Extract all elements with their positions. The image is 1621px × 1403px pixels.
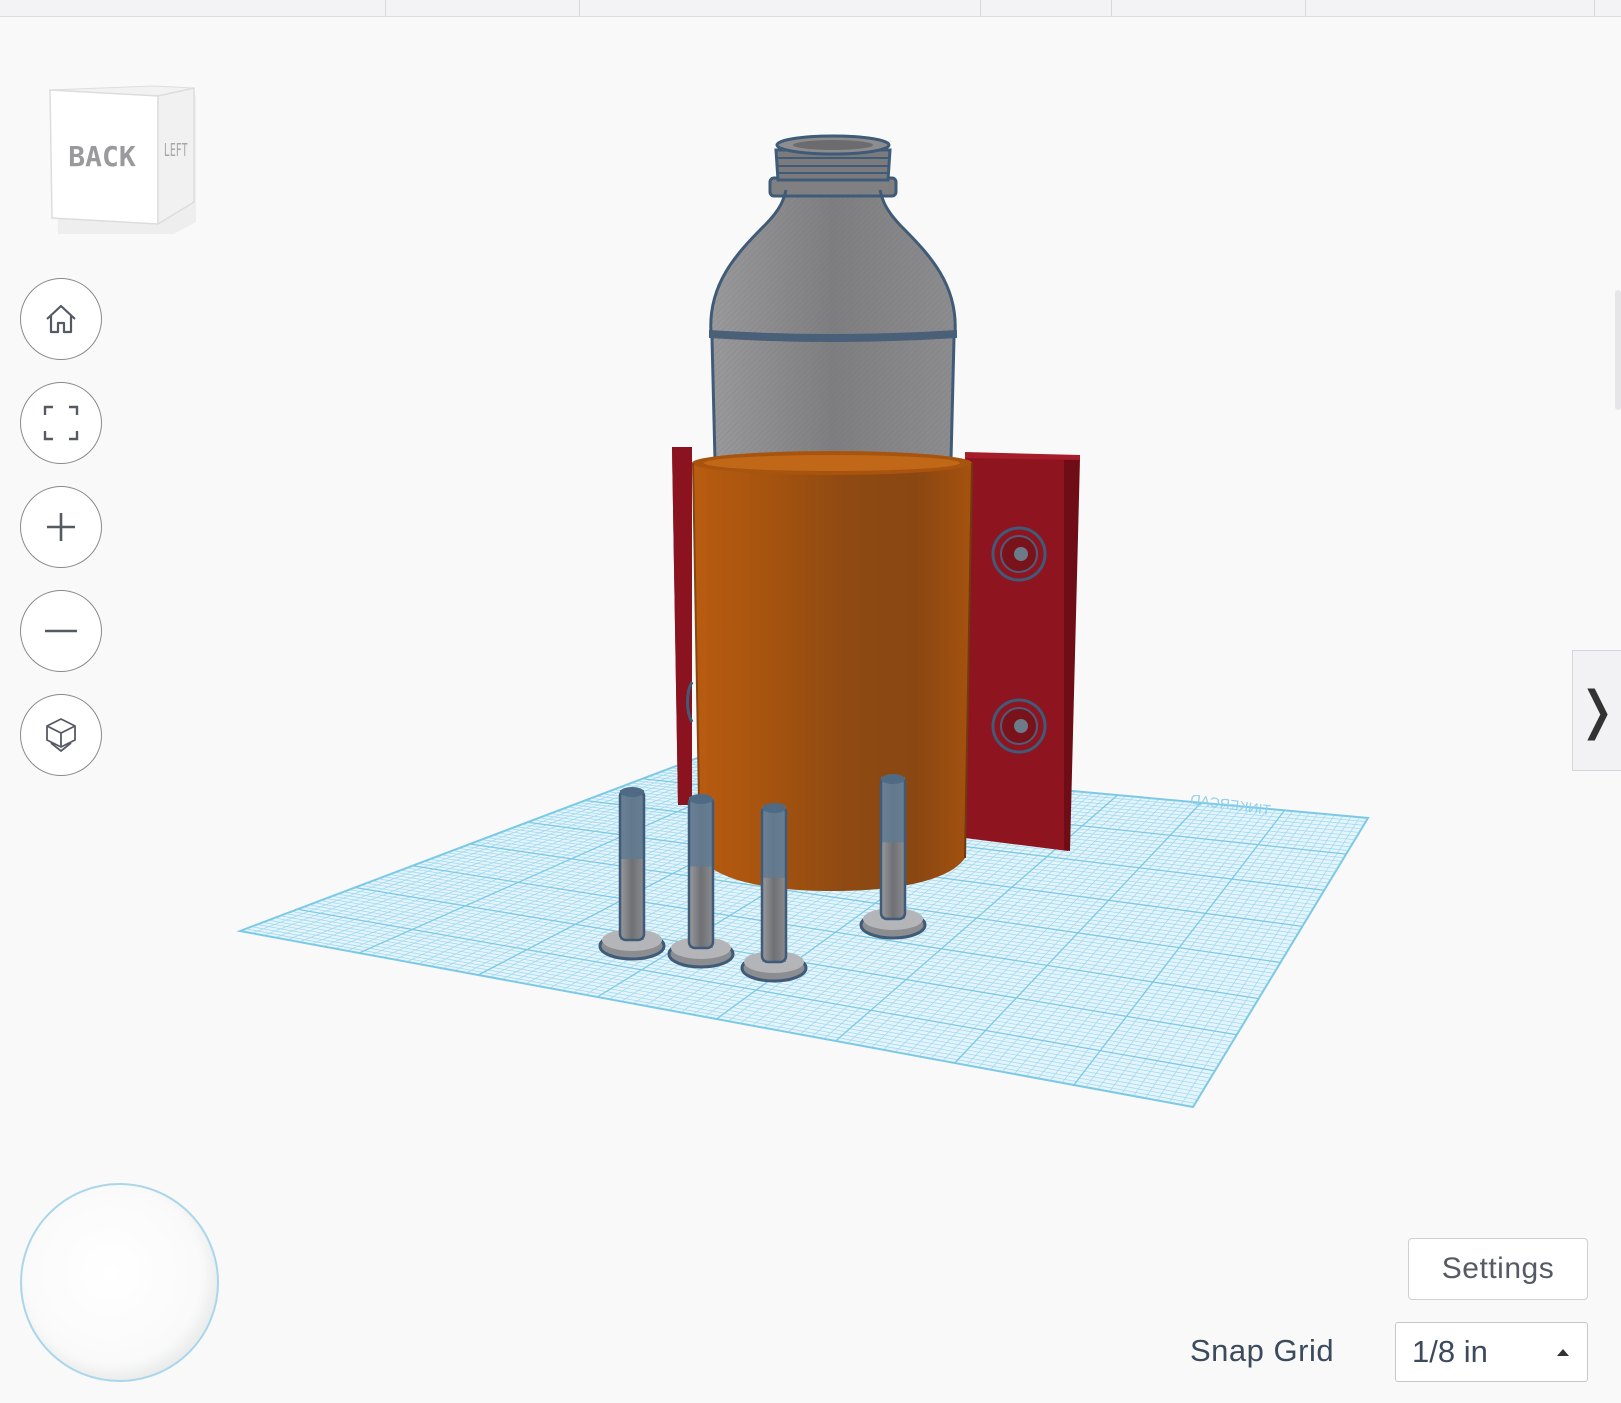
fit-all-icon [43, 405, 79, 441]
caret-up-icon [1557, 1349, 1569, 1356]
zoom-in-button[interactable] [20, 486, 102, 568]
ortho-cube-icon [46, 718, 76, 753]
fit-view-button[interactable] [20, 382, 102, 464]
shapes-panel-toggle[interactable]: ❭ [1572, 650, 1621, 771]
bracket-screw-hole [991, 526, 1047, 582]
tinkercad-editor: TINKERCAD BACK LEFT ❭ Settings Snap Grid… [0, 0, 1621, 1403]
minus-icon [45, 629, 77, 633]
snap-grid-value: 1/8 in [1412, 1334, 1488, 1369]
perspective-toggle-button[interactable] [20, 694, 102, 776]
view-cube[interactable]: BACK LEFT [46, 84, 200, 240]
home-icon [46, 304, 76, 334]
zoom-out-button[interactable] [20, 590, 102, 672]
bottle-model[interactable] [709, 134, 957, 461]
orange-holder-cylinder[interactable] [686, 451, 973, 891]
settings-button[interactable]: Settings [1408, 1238, 1588, 1300]
panel-scroll-indicator[interactable] [1615, 290, 1621, 410]
orbit-joystick[interactable] [20, 1183, 219, 1382]
3d-viewport[interactable]: TINKERCAD [0, 0, 1621, 1403]
chevron-right-icon: ❭ [1575, 680, 1619, 741]
bracket-screw-hole [991, 698, 1047, 754]
snap-grid-label: Snap Grid [1190, 1333, 1335, 1368]
view-cube-left-label: LEFT [164, 141, 188, 161]
snap-grid-select[interactable]: 1/8 in [1395, 1322, 1588, 1382]
view-cube-back-label: BACK [68, 140, 136, 173]
home-view-button[interactable] [20, 278, 102, 360]
plus-icon [47, 513, 75, 541]
